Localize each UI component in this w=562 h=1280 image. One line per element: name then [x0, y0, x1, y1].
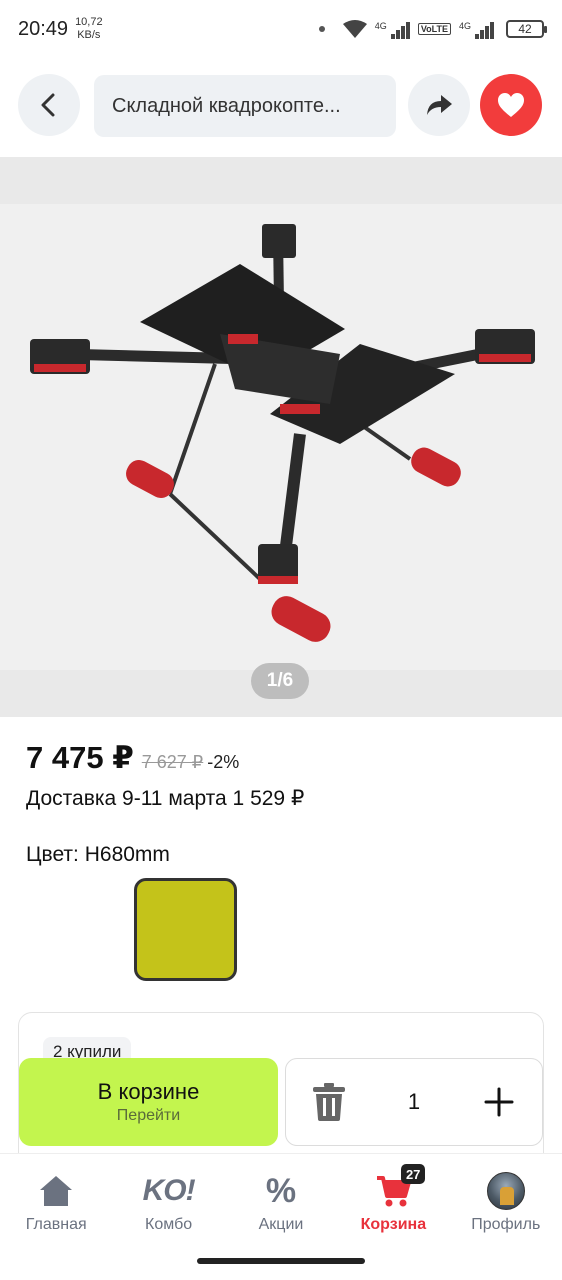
- ko-icon: KO!: [142, 1172, 196, 1210]
- nav-item-home[interactable]: Главная: [0, 1154, 112, 1253]
- network-speed-unit: KB/s: [77, 29, 101, 41]
- old-price: 7 627 ₽: [141, 752, 204, 772]
- share-button[interactable]: [408, 74, 470, 136]
- quantity-value: 1: [407, 1089, 421, 1114]
- gallery-page-indicator: 1/6: [251, 663, 309, 699]
- network-type-2: 4G: [458, 21, 471, 31]
- bottom-nav: Главная KO! Комбо % Акции 27 Корзина Про…: [0, 1153, 562, 1253]
- nav-label-combo: Комбо: [145, 1216, 193, 1233]
- home-icon: [39, 1172, 73, 1210]
- color-swatch[interactable]: [134, 878, 237, 981]
- drone-image-icon: [30, 224, 535, 642]
- nav-item-cart[interactable]: 27 Корзина: [337, 1154, 449, 1253]
- search-text: Складной квадрокопте...: [112, 94, 341, 117]
- chevron-left-icon: [41, 93, 55, 117]
- price-row: 7 475 ₽ 7 627 ₽ -2%: [26, 740, 239, 776]
- in-cart-title: В корзине: [97, 1079, 200, 1104]
- nav-label-cart: Корзина: [360, 1216, 427, 1233]
- trash-icon: [312, 1083, 345, 1121]
- notification-dot-icon: [318, 26, 325, 32]
- nav-item-combo[interactable]: KO! Комбо: [112, 1154, 224, 1253]
- quantity-stepper: 1: [285, 1058, 543, 1146]
- in-cart-subtitle: Перейти: [116, 1107, 181, 1124]
- favorite-button[interactable]: [480, 74, 542, 136]
- cart-count-badge: 27: [401, 1164, 426, 1184]
- nav-item-promos[interactable]: % Акции: [225, 1154, 337, 1253]
- current-price: 7 475 ₽: [26, 740, 134, 775]
- nav-label-profile: Профиль: [471, 1216, 541, 1233]
- heart-icon: [498, 93, 524, 117]
- battery-icon: 42: [506, 20, 547, 38]
- status-time: 20:49: [18, 17, 69, 40]
- network-speed: 10,72 KB/s: [75, 16, 103, 42]
- home-indicator[interactable]: [197, 1258, 365, 1264]
- share-arrow-icon: [427, 95, 452, 115]
- nav-label-home: Главная: [25, 1216, 87, 1233]
- delivery-info: Доставка 9-11 марта 1 529 ₽: [26, 787, 305, 810]
- plus-icon: [484, 1087, 514, 1117]
- nav-item-profile[interactable]: Профиль: [450, 1154, 562, 1253]
- network-type-1: 4G: [374, 21, 387, 31]
- avatar-icon: [486, 1172, 525, 1210]
- color-label: Цвет: H680mm: [26, 843, 170, 866]
- wifi-icon: [342, 20, 367, 38]
- product-gallery[interactable]: [0, 157, 562, 717]
- search-field[interactable]: Складной квадрокопте...: [94, 75, 396, 137]
- network-speed-value: 10,72: [75, 16, 103, 28]
- status-bar: 20:49 10,72 KB/s 4G VoLTE 4G 42: [0, 0, 562, 58]
- percent-icon: %: [266, 1172, 296, 1210]
- discount-badge: -2%: [207, 752, 240, 772]
- in-cart-button[interactable]: В корзине Перейти: [19, 1058, 278, 1146]
- signal-2-icon: [475, 19, 494, 39]
- top-bar: Складной квадрокопте...: [18, 74, 544, 138]
- ko-glyph: KO!: [142, 1174, 196, 1207]
- avatar-icon-wrap: [486, 1172, 525, 1210]
- volte-icon: VoLTE: [417, 23, 451, 35]
- back-button[interactable]: [18, 74, 80, 136]
- nav-label-promos: Акции: [258, 1216, 304, 1233]
- status-icons: 4G VoLTE 4G 42: [318, 19, 547, 39]
- signal-1-icon: [390, 19, 410, 39]
- increase-quantity-button[interactable]: [457, 1058, 542, 1146]
- percent-glyph: %: [265, 1171, 297, 1210]
- product-image[interactable]: [0, 204, 562, 670]
- delete-button[interactable]: [286, 1058, 371, 1146]
